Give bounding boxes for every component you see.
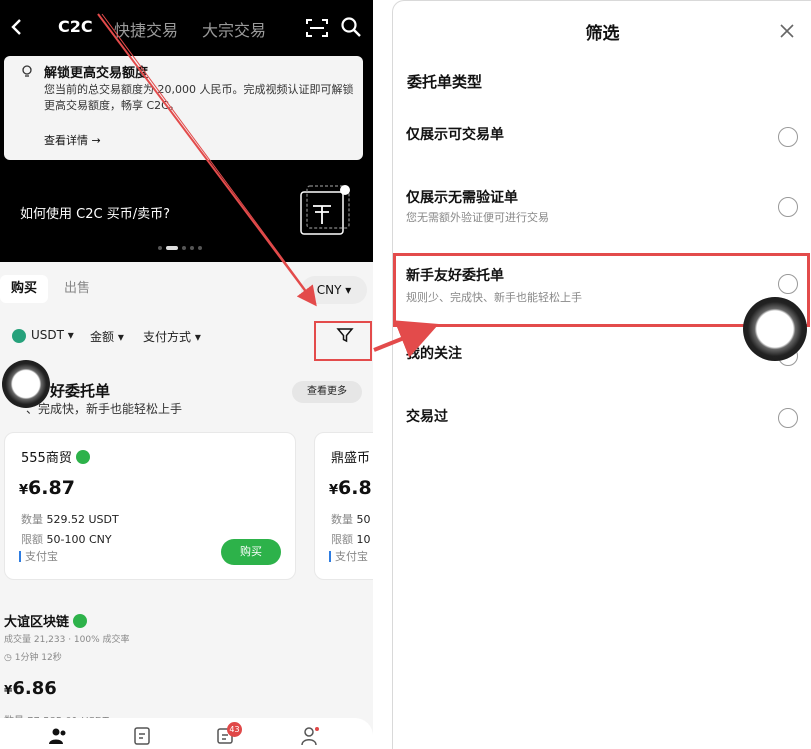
top-bar: C2C 快捷交易 大宗交易 — [0, 10, 373, 46]
usdt-coin-icon — [12, 329, 26, 343]
verified-badge-icon — [75, 450, 90, 464]
order-type-section-title: 委托单类型 — [407, 73, 483, 91]
offer-limit: 50-100 CNY — [46, 533, 112, 546]
users-icon[interactable] — [48, 726, 68, 746]
merchant2-time: ◷ 1分钟 12秒 — [4, 653, 62, 663]
filter-panel: 筛选 委托单类型 仅展示可交易单 仅展示无需验证单 您无需额外验证便可进行交易 … — [392, 0, 811, 749]
qty-label: 数量 — [331, 513, 353, 526]
option-beginner-friendly-desc: 规则少、完成快、新手也能轻松上手 — [406, 291, 582, 304]
left-screenshot: C2C 快捷交易 大宗交易 解锁更高交易额度 您当前的总交易额度为 20,000… — [0, 0, 373, 749]
search-icon[interactable] — [340, 16, 362, 38]
close-icon[interactable] — [779, 23, 795, 39]
payment-method: 支付宝 — [329, 551, 368, 562]
radio-traded-before[interactable] — [778, 408, 798, 428]
option-no-verification-desc: 您无需额外验证便可进行交易 — [406, 211, 549, 224]
option-beginner-friendly[interactable]: 新手友好委托单 — [406, 265, 504, 285]
limit-label: 限额 — [331, 533, 353, 546]
filter-highlight-box — [314, 321, 372, 361]
currency-sign: ¥ — [19, 483, 29, 498]
coin-filter[interactable]: USDT ▾ — [31, 328, 74, 342]
radio-no-verification[interactable] — [778, 197, 798, 217]
merchant2-name[interactable]: 大谊区块链 — [4, 611, 88, 630]
buy-button[interactable]: 购买 — [221, 539, 281, 565]
back-arrow-icon[interactable] — [10, 16, 24, 38]
touch-indicator — [2, 360, 50, 408]
notice-details-link[interactable]: 查看详情 → — [44, 132, 101, 148]
qty-label: 数量 — [21, 513, 43, 526]
touch-indicator — [743, 297, 807, 361]
profile-icon[interactable] — [300, 726, 320, 746]
carousel-dots — [158, 245, 218, 251]
divider-gap — [373, 0, 392, 749]
howto-banner-text[interactable]: 如何使用 C2C 买币/卖币? — [20, 203, 170, 222]
currency-sign: ¥ — [329, 483, 339, 498]
verified-badge-icon — [73, 614, 88, 628]
option-traded-before[interactable]: 交易过 — [406, 406, 448, 426]
merchant2-stats: 成交量 21,233 · 100% 成交率 — [4, 635, 130, 645]
tether-banner-icon — [300, 185, 350, 235]
offer-quantity: 50 — [356, 513, 371, 526]
payment-filter[interactable]: 支付方式 ▾ — [143, 328, 201, 345]
unread-badge: 43 — [227, 722, 242, 737]
tab-sell[interactable]: 出售 — [64, 275, 90, 303]
currency-select[interactable]: CNY ▾ — [301, 276, 367, 304]
amount-filter[interactable]: 金额 ▾ — [90, 328, 124, 345]
see-more-button[interactable]: 查看更多 — [292, 381, 362, 403]
bulb-icon — [22, 65, 32, 77]
section-subtitle: 、完成快，新手也能轻松上手 — [26, 402, 183, 416]
orders-icon[interactable] — [132, 726, 152, 746]
option-my-follows[interactable]: 我的关注 — [406, 343, 462, 363]
tab-c2c[interactable]: C2C — [58, 17, 93, 36]
offer-quantity: 529.52 USDT — [46, 513, 119, 526]
radio-tradable-only[interactable] — [778, 127, 798, 147]
notice-body: 您当前的总交易额度为 20,000 人民币。完成视频认证即可解锁更高交易额度，畅… — [44, 83, 354, 112]
offer-card[interactable]: 鼎盛币 ¥6.87 数量 50 限额 10 支付宝 — [314, 432, 373, 580]
section-title: 好委托单 — [50, 382, 111, 400]
filter-panel-title: 筛选 — [585, 24, 620, 44]
offer-price: 6.87 — [338, 477, 373, 499]
tab-buy[interactable]: 购买 — [0, 275, 48, 303]
merchant2-price: ¥6.86 — [4, 678, 57, 699]
limit-notice: 解锁更高交易额度 您当前的总交易额度为 20,000 人民币。完成视频认证即可解… — [4, 56, 363, 160]
offer-price: 6.87 — [28, 477, 75, 499]
tab-quick-trade[interactable]: 快捷交易 — [114, 17, 178, 41]
offer-card[interactable]: 555商贸 ¥6.87 数量 529.52 USDT 限额 50-100 CNY… — [4, 432, 296, 580]
payment-method: 支付宝 — [19, 551, 58, 562]
tab-block-trade[interactable]: 大宗交易 — [202, 17, 266, 41]
merchant-name: 555商贸 — [21, 451, 72, 466]
merchant-name: 鼎盛币 — [331, 451, 371, 466]
offer-limit: 10 — [356, 533, 371, 546]
scan-icon[interactable] — [306, 18, 328, 38]
option-tradable-only[interactable]: 仅展示可交易单 — [406, 124, 504, 144]
notice-title: 解锁更高交易额度 — [44, 66, 149, 81]
limit-label: 限额 — [21, 533, 43, 546]
option-no-verification[interactable]: 仅展示无需验证单 — [406, 187, 518, 207]
radio-beginner-friendly[interactable] — [778, 274, 798, 294]
bottom-nav — [0, 718, 373, 749]
